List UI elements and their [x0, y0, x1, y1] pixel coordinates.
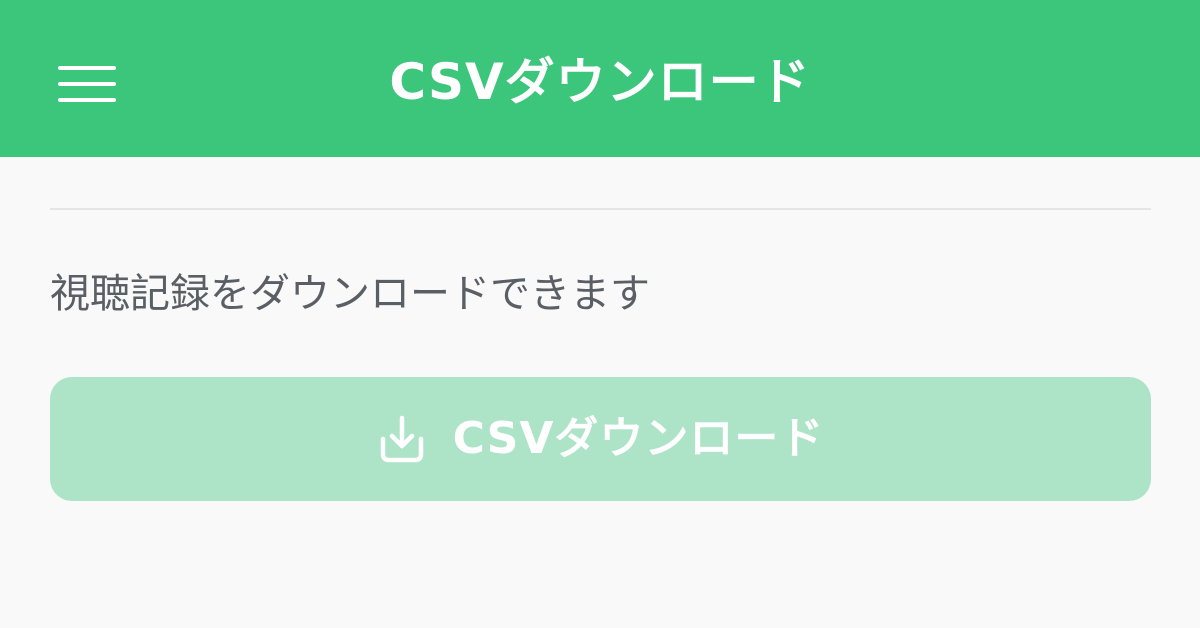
page-title: CSVダウンロード — [389, 53, 811, 111]
download-icon — [377, 414, 427, 464]
csv-download-button[interactable]: CSVダウンロード — [50, 377, 1151, 501]
app-header: CSVダウンロード — [0, 0, 1200, 157]
download-button-label: CSVダウンロード — [452, 413, 825, 464]
divider — [50, 208, 1151, 210]
description-text: 視聴記録をダウンロードできます — [50, 271, 650, 317]
